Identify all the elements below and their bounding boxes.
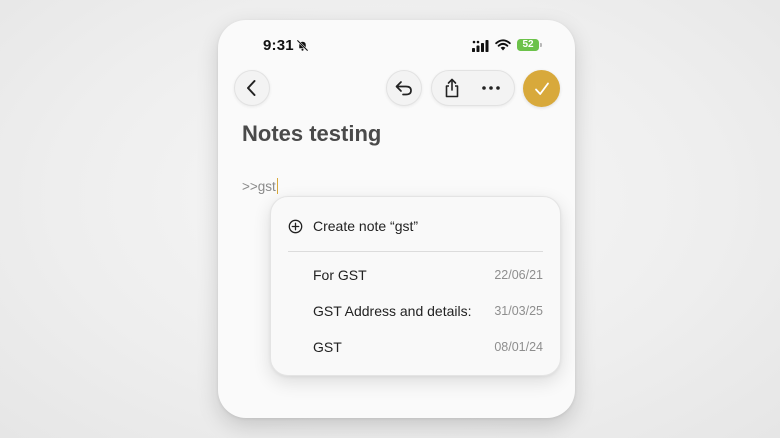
signal-icon [472, 40, 489, 52]
note-result-title: GST [313, 339, 342, 355]
link-suggestions-popup: Create note “gst” For GST 22/06/21 GST A… [270, 196, 561, 376]
done-button[interactable] [523, 70, 560, 107]
share-icon[interactable] [442, 78, 462, 98]
note-result-item[interactable]: For GST 22/06/21 [271, 261, 560, 289]
note-body-text: >>gst [242, 179, 276, 194]
checkmark-icon [534, 82, 549, 95]
note-result-date: 08/01/24 [494, 340, 543, 354]
actions-pill [431, 70, 515, 106]
back-button[interactable] [234, 70, 270, 106]
create-note-option[interactable]: Create note “gst” [271, 213, 560, 241]
note-title[interactable]: Notes testing [242, 121, 381, 147]
undo-icon [395, 81, 412, 96]
status-time: 9:31 [263, 37, 294, 54]
note-result-title: For GST [313, 267, 367, 283]
wifi-icon [495, 39, 511, 51]
note-body-editor[interactable]: >>gst [242, 178, 279, 194]
create-note-label: Create note “gst” [313, 218, 419, 234]
chevron-left-icon [247, 80, 256, 96]
note-result-item[interactable]: GST 08/01/24 [271, 333, 560, 361]
phone-screen: 9:31 52 Notes testing >>gst Create note … [218, 20, 575, 418]
status-bar: 9:31 52 [218, 20, 575, 72]
undo-button[interactable] [386, 70, 422, 106]
note-result-date: 31/03/25 [494, 304, 543, 318]
battery-nub [540, 43, 542, 47]
divider [288, 251, 543, 252]
note-result-title: GST Address and details: [313, 303, 472, 319]
plus-circle-icon [288, 219, 303, 234]
battery-indicator: 52 [517, 39, 539, 51]
note-result-item[interactable]: GST Address and details: 31/03/25 [271, 297, 560, 325]
text-cursor [276, 178, 279, 194]
ellipsis-icon[interactable] [477, 78, 505, 98]
note-result-date: 22/06/21 [494, 268, 543, 282]
bell-slash-icon [296, 39, 309, 52]
